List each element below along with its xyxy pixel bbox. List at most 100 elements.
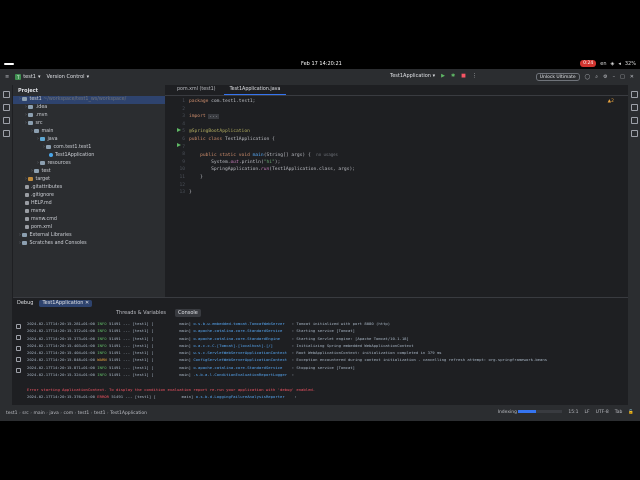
settings-gear-icon[interactable]: ⚙ [603,74,607,80]
line-separator[interactable]: LF [585,410,590,415]
line-number[interactable]: 2 [165,106,185,114]
tree-item[interactable]: › main [13,128,165,136]
rerun-icon[interactable] [15,324,21,329]
breadcrumb-item[interactable]: test1 [94,411,106,416]
line-number[interactable]: 10 [165,166,185,174]
tree-item[interactable]: mvnw [13,208,165,216]
recording-badge[interactable]: 0:24 [580,60,597,67]
tree-item[interactable]: .gitattributes [13,184,165,192]
system-clock[interactable]: Feb 17 14:20:21 [301,61,342,67]
log-timestamp: 2024-02-17T14:20:15.372+01:00 [27,328,95,334]
caret-position[interactable]: 15:1 [568,410,578,415]
tab-pom-xml[interactable]: pom.xml (test1) [171,85,222,95]
stop-icon[interactable]: ■ [461,73,466,79]
project-switcher[interactable]: T test1 ▾ [15,74,41,80]
project-tree: › test1 ~/workspace/test1_ws/workspace/›… [13,96,165,248]
tree-item[interactable]: › External Libraries [13,232,165,240]
lock-icon[interactable]: 🔓 [628,410,634,415]
tree-item[interactable]: Test1Application [13,152,165,160]
tree-item[interactable]: › resources [13,160,165,168]
line-number[interactable]: 7 [165,144,185,152]
more-icon[interactable]: ⋮ [472,73,477,79]
maven-tool-icon[interactable] [630,104,638,111]
close-icon[interactable]: ✕ [630,74,634,80]
tree-item[interactable]: › test [13,168,165,176]
project-panel-title[interactable]: Project [13,85,165,96]
maximize-icon[interactable]: □ [620,74,625,80]
tree-item[interactable]: mvnw.cmd [13,216,165,224]
tree-item[interactable]: › .idea [13,104,165,112]
debug-icon[interactable]: ✱ [451,73,455,79]
tab-threads-variables[interactable]: Threads & Variables [113,309,169,317]
account-icon[interactable]: ◯ [585,74,591,80]
breadcrumb-item[interactable]: main [33,411,44,416]
file-encoding[interactable]: UTF-8 [596,410,609,415]
tree-item[interactable]: › .mvn [13,112,165,120]
tree-item[interactable]: .gitignore [13,192,165,200]
run-class-gutter-icon[interactable] [177,128,182,133]
resume-icon[interactable] [15,335,21,340]
run-config-selector[interactable]: Test1Application ▾ [390,73,435,79]
tree-item[interactable]: › test1 ~/workspace/test1_ws/workspace/ [13,96,165,104]
folded-imports[interactable]: ... [208,114,219,120]
ai-assistant-icon[interactable] [630,130,638,137]
main-menu-icon[interactable]: ≡ [5,74,9,80]
structure-tool-icon[interactable] [2,117,10,124]
tree-item[interactable]: › src [13,120,165,128]
tree-item[interactable]: › java [13,136,165,144]
breadcrumb-item[interactable]: com [63,411,73,416]
notifications-icon[interactable] [630,91,638,98]
line-number[interactable]: 1 [165,98,185,106]
pause-icon[interactable] [15,346,21,351]
log-line: 2024-02-17T14:20:15.376+01:00 ERROR 5149… [27,393,299,399]
tree-item[interactable]: pom.xml [13,224,165,232]
run-main-gutter-icon[interactable] [177,143,182,148]
tab-console[interactable]: Console [175,309,201,317]
line-number[interactable]: 11 [165,174,185,182]
project-tool-icon[interactable] [2,91,10,98]
line-number[interactable]: 8 [165,151,185,159]
stop-icon[interactable] [15,357,21,362]
tree-item[interactable]: › target [13,176,165,184]
tab-test1application-java[interactable]: Test1Application.java [223,85,287,95]
language-indicator[interactable]: en [600,61,606,67]
file-icon [25,184,29,189]
code-text[interactable]: package com.test1.test1; import ... @Spr… [189,98,355,197]
tree-item[interactable]: › Scratches and Consoles [13,240,165,248]
console-output[interactable]: 2024-02-17T14:20:15.281+01:00 INFO 51491… [27,320,627,400]
tree-item[interactable]: HELP.md [13,200,165,208]
indexing-status[interactable]: Indexing [498,410,563,415]
debug-session-tab[interactable]: Test1Application ✕ [39,299,93,307]
line-number[interactable]: 4 [165,121,185,129]
breadcrumb-item[interactable]: Test1Application [110,411,147,416]
breakpoints-icon[interactable] [15,368,21,373]
line-number[interactable]: 6 [165,136,185,144]
breadcrumb-item[interactable]: test1 [78,411,90,416]
log-thread: [test1] [ main] [132,328,191,334]
line-number[interactable]: 9 [165,159,185,167]
run-icon[interactable]: ▶ [441,73,445,79]
more-tools-icon[interactable] [2,130,10,137]
unlock-ultimate-button[interactable]: Unlock Ultimate [535,73,580,81]
database-tool-icon[interactable] [630,117,638,124]
close-icon[interactable]: ✕ [85,300,89,306]
breadcrumb-item[interactable]: test1 [6,411,18,416]
line-number[interactable]: 3 [165,113,185,121]
indent-setting[interactable]: Tab [615,410,623,415]
system-tray[interactable]: 0:24 en ◈ ◂ 32% [580,60,636,67]
breadcrumb-item[interactable]: src [22,411,29,416]
minimize-icon[interactable]: – [613,74,616,80]
activities-indicator[interactable] [4,63,14,65]
line-number[interactable]: 12 [165,182,185,190]
warnings-indicator[interactable]: ▲2 [608,99,614,104]
commit-tool-icon[interactable] [2,104,10,111]
vcs-menu[interactable]: Version Control ▾ [47,74,90,80]
log-thread: [test1] [ main] [132,342,191,348]
status-bar-right: Indexing 15:1 LF UTF-8 Tab 🔓 [498,410,634,415]
debug-session-name: Test1Application [42,299,84,306]
tree-item[interactable]: › com.test1.test1 [13,144,165,152]
line-number[interactable]: 13 [165,189,185,197]
search-icon[interactable]: ⌕ [595,74,598,80]
breadcrumb-item[interactable]: java [49,411,58,416]
line-number[interactable]: 5 [165,128,185,136]
